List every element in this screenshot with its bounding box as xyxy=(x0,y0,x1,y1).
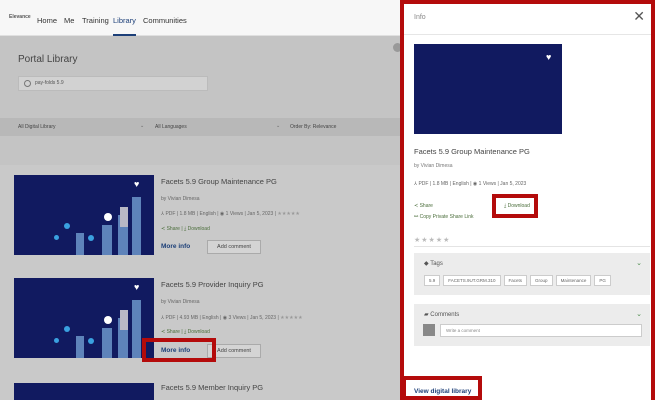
chevron-down-icon: ⌄ xyxy=(276,123,281,129)
share-link[interactable]: Share xyxy=(167,226,180,232)
rating-stars[interactable]: ★★★★★ xyxy=(280,315,302,321)
divider xyxy=(414,246,650,247)
search-value: pay-folds 5.9 xyxy=(35,80,64,86)
page-title: Portal Library xyxy=(18,54,78,65)
heart-icon[interactable]: ♥ xyxy=(546,52,551,62)
search-input[interactable]: pay-folds 5.9 xyxy=(18,76,208,91)
tags-header[interactable]: ◆ Tags xyxy=(424,260,443,267)
comments-section: ▰ Comments ⌄ Write a comment xyxy=(414,304,650,346)
drawer-meta: ⅄ PDF | 1.8 MB | English | ◉ 1 Views | J… xyxy=(414,181,527,187)
tag-chip[interactable]: Maintenance xyxy=(555,275,592,286)
share-link[interactable]: Share xyxy=(167,329,180,335)
download-link[interactable]: Download xyxy=(188,226,210,232)
comment-input[interactable]: Write a comment xyxy=(440,324,642,337)
filter-bar: All Digital Library ⌄ All Languages ⌄ Or… xyxy=(0,118,400,136)
filter-language[interactable]: All Languages xyxy=(155,124,187,130)
drawer-item-title: Facets 5.9 Group Maintenance PG xyxy=(414,147,530,156)
copy-share-link[interactable]: ⚯ Copy Private Share Link xyxy=(414,214,474,220)
search-icon xyxy=(24,80,31,87)
card-author: by Vivian Dimesa xyxy=(161,196,200,202)
nav-training[interactable]: Training xyxy=(82,16,109,25)
filter-library[interactable]: All Digital Library xyxy=(18,124,56,130)
drawer-share-link[interactable]: ≺ Share xyxy=(414,203,433,209)
nav-communities[interactable]: Communities xyxy=(143,16,187,25)
tag-chip[interactable]: PG xyxy=(594,275,611,286)
nav-home[interactable]: Home xyxy=(37,16,57,25)
chevron-down-icon: ⌄ xyxy=(140,123,145,129)
card-title[interactable]: Facets 5.9 Group Maintenance PG xyxy=(161,177,277,186)
chevron-down-icon[interactable]: ⌄ xyxy=(636,259,642,267)
library-card: ♥ Facets 5.9 Provider Inquiry PG by Vivi… xyxy=(0,270,400,380)
download-link[interactable]: Download xyxy=(188,329,210,335)
card-thumbnail[interactable]: ♥ xyxy=(14,278,154,358)
tag-list: 5.9 FACETS.9UT.GRM.310 Facets Group Maintena… xyxy=(424,275,614,286)
heart-icon[interactable]: ♥ xyxy=(134,179,139,189)
more-info-button[interactable]: More info xyxy=(161,243,190,250)
nav-me[interactable]: Me xyxy=(64,16,74,25)
filter-order[interactable]: Order By: Relevance xyxy=(290,124,336,130)
drawer-thumbnail: ♥ xyxy=(414,44,562,134)
library-card: Facets 5.9 Member Inquiry PG xyxy=(0,375,400,400)
tags-section: ◆ Tags ⌄ 5.9 FACETS.9UT.GRM.310 Facets Grou… xyxy=(414,253,650,295)
card-actions: ≺ Share | ⤓ Download xyxy=(161,329,210,335)
card-meta: ⅄ PDF | 4.93 MB | English | ◉ 3 Views | … xyxy=(161,315,303,321)
logo: Elevance xyxy=(9,14,31,20)
chevron-down-icon[interactable]: ⌄ xyxy=(636,310,642,318)
nav-library[interactable]: Library xyxy=(113,16,136,36)
card-meta: ⅄ PDF | 1.8 MB | English | ◉ 1 Views | J… xyxy=(161,211,300,217)
highlight-box xyxy=(492,194,538,218)
tag-chip[interactable]: FACETS.9UT.GRM.310 xyxy=(443,275,501,286)
card-author: by Vivian Dimesa xyxy=(161,299,200,305)
heart-icon[interactable]: ♥ xyxy=(134,282,139,292)
highlight-box xyxy=(400,0,655,10)
drawer-author: by Vivian Dimesa xyxy=(414,163,453,169)
rating-stars[interactable]: ★★★★★ xyxy=(277,211,299,217)
card-thumbnail[interactable] xyxy=(14,383,154,400)
tag-chip[interactable]: 5.9 xyxy=(424,275,441,286)
highlight-box xyxy=(142,338,216,362)
add-comment-button[interactable]: Add comment xyxy=(207,240,261,254)
drawer-title: Info xyxy=(414,14,426,21)
comments-header[interactable]: ▰ Comments xyxy=(424,311,459,318)
highlight-edge xyxy=(651,0,655,400)
avatar xyxy=(423,324,435,336)
rating-stars[interactable]: ★★★★★ xyxy=(414,236,450,244)
divider xyxy=(404,34,655,35)
card-title[interactable]: Facets 5.9 Member Inquiry PG xyxy=(161,383,263,392)
card-actions: ≺ Share | ⤓ Download xyxy=(161,226,210,232)
tag-chip[interactable]: Facets xyxy=(503,275,528,286)
close-icon[interactable]: ✕ xyxy=(633,8,645,25)
card-title[interactable]: Facets 5.9 Provider Inquiry PG xyxy=(161,280,264,289)
top-nav: Elevance Home Me Training Library Commun… xyxy=(0,0,400,36)
tag-chip[interactable]: Group xyxy=(530,275,553,286)
highlight-box xyxy=(402,376,482,400)
library-card: ♥ Facets 5.9 Group Maintenance PG by Viv… xyxy=(0,165,400,275)
card-thumbnail[interactable]: ♥ xyxy=(14,175,154,255)
